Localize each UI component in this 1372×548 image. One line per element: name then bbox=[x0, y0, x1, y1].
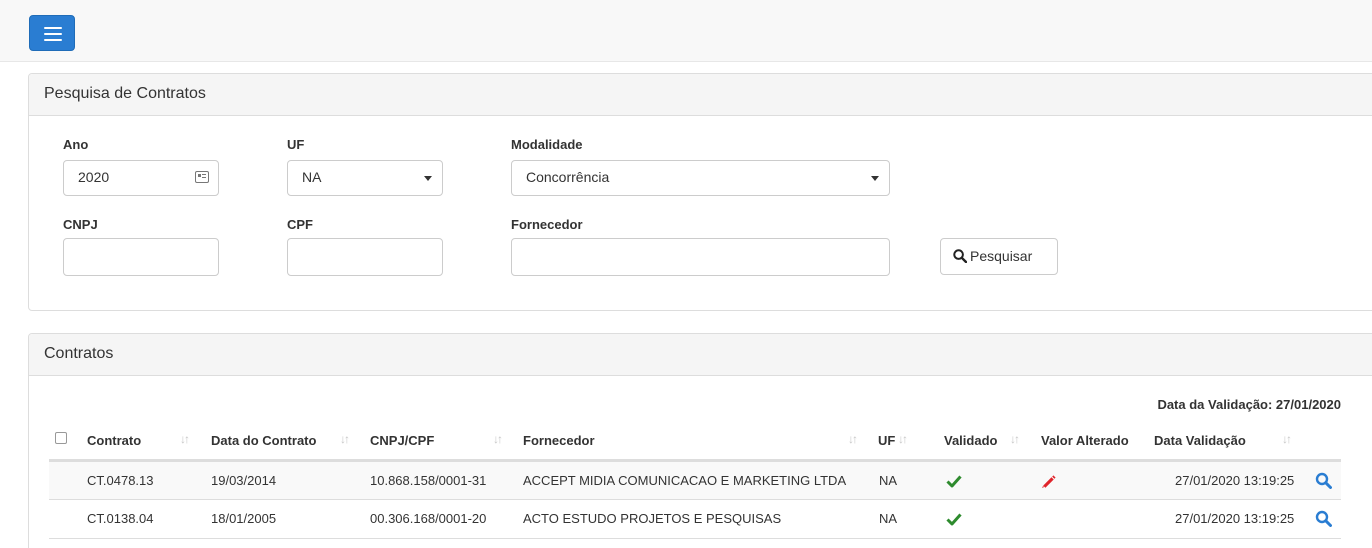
modalidade-value: Concorrência bbox=[526, 169, 610, 185]
check-icon bbox=[946, 513, 962, 526]
search-panel: Pesquisa de Contratos Ano 2020 UF NA Mod… bbox=[28, 73, 1372, 311]
search-icon bbox=[953, 249, 968, 264]
sort-icon[interactable]: ↓↑ bbox=[340, 432, 350, 446]
cell-contrato: CT.0138.04 bbox=[87, 511, 154, 526]
menu-toggle-button[interactable] bbox=[29, 15, 75, 51]
cpf-input[interactable] bbox=[287, 238, 443, 276]
search-icon[interactable] bbox=[1315, 472, 1332, 489]
uf-value: NA bbox=[302, 169, 322, 185]
cell-fornecedor: ACTO ESTUDO PROJETOS E PESQUISAS bbox=[523, 511, 782, 526]
contracts-panel-title: Contratos bbox=[29, 334, 1372, 376]
sort-icon[interactable]: ↓↑ bbox=[493, 432, 503, 446]
hamburger-icon-bar bbox=[44, 39, 62, 41]
cell-cnpj-cpf: 00.306.168/0001-20 bbox=[370, 511, 487, 526]
fornecedor-input[interactable] bbox=[511, 238, 890, 276]
sort-icon[interactable]: ↓↑ bbox=[1282, 432, 1292, 446]
column-header-cnpj-cpf[interactable]: CNPJ/CPF bbox=[370, 433, 434, 448]
ano-value: 2020 bbox=[78, 169, 110, 185]
table-bottom-divider bbox=[49, 538, 1341, 539]
chevron-down-icon bbox=[424, 176, 432, 181]
search-button[interactable]: Pesquisar bbox=[940, 238, 1058, 275]
column-header-data-validacao[interactable]: Data Validação bbox=[1154, 433, 1246, 448]
sort-icon[interactable]: ↓↑ bbox=[1010, 432, 1020, 446]
pencil-icon bbox=[1042, 475, 1056, 488]
ano-label: Ano bbox=[63, 137, 89, 152]
search-panel-title: Pesquisa de Contratos bbox=[29, 74, 1372, 116]
check-icon bbox=[946, 475, 962, 488]
top-navbar bbox=[0, 0, 1372, 62]
cell-cnpj-cpf: 10.868.158/0001-31 bbox=[370, 473, 487, 488]
search-icon[interactable] bbox=[1315, 510, 1332, 527]
cnpj-label: CNPJ bbox=[63, 217, 98, 232]
cell-data-contrato: 18/01/2005 bbox=[211, 511, 277, 526]
sort-icon[interactable]: ↓↑ bbox=[848, 432, 858, 446]
column-header-uf[interactable]: UF bbox=[878, 433, 895, 448]
cell-contrato: CT.0478.13 bbox=[87, 473, 154, 488]
sort-icon[interactable]: ↓↑ bbox=[180, 432, 190, 446]
cell-data-contrato: 19/03/2014 bbox=[211, 473, 277, 488]
column-header-fornecedor[interactable]: Fornecedor bbox=[523, 433, 595, 448]
calendar-icon[interactable] bbox=[195, 171, 209, 183]
column-header-validado[interactable]: Validado bbox=[944, 433, 997, 448]
uf-select[interactable]: NA bbox=[287, 160, 443, 196]
column-header-data-contrato[interactable]: Data do Contrato bbox=[211, 433, 316, 448]
table-row[interactable]: CT.0138.04 18/01/2005 00.306.168/0001-20… bbox=[49, 499, 1341, 537]
table-row[interactable]: CT.0478.13 19/03/2014 10.868.158/0001-31… bbox=[49, 461, 1341, 499]
chevron-down-icon bbox=[871, 176, 879, 181]
cell-uf: NA bbox=[879, 511, 898, 526]
modalidade-select[interactable]: Concorrência bbox=[511, 160, 890, 196]
sort-icon[interactable]: ↓↑ bbox=[898, 432, 908, 446]
cell-uf: NA bbox=[879, 473, 898, 488]
validation-date: Data da Validação: 27/01/2020 bbox=[1157, 397, 1341, 412]
fornecedor-label: Fornecedor bbox=[511, 217, 583, 232]
cell-data-validacao: 27/01/2020 13:19:25 bbox=[1175, 511, 1295, 526]
column-header-valor-alterado[interactable]: Valor Alterado bbox=[1041, 433, 1129, 448]
hamburger-icon-bar bbox=[44, 33, 62, 35]
cpf-label: CPF bbox=[287, 217, 313, 232]
hamburger-icon bbox=[44, 27, 62, 29]
contracts-panel: Contratos Data da Validação: 27/01/2020 … bbox=[28, 333, 1372, 548]
cell-fornecedor: ACCEPT MIDIA COMUNICACAO E MARKETING LTD… bbox=[523, 473, 847, 488]
ano-input[interactable]: 2020 bbox=[63, 160, 219, 196]
cell-data-validacao: 27/01/2020 13:19:25 bbox=[1175, 473, 1295, 488]
uf-label: UF bbox=[287, 137, 305, 152]
cnpj-input[interactable] bbox=[63, 238, 219, 276]
column-header-contrato[interactable]: Contrato bbox=[87, 433, 141, 448]
search-button-label: Pesquisar bbox=[970, 248, 1033, 264]
modalidade-label: Modalidade bbox=[511, 137, 583, 152]
select-all-checkbox[interactable] bbox=[55, 432, 67, 444]
